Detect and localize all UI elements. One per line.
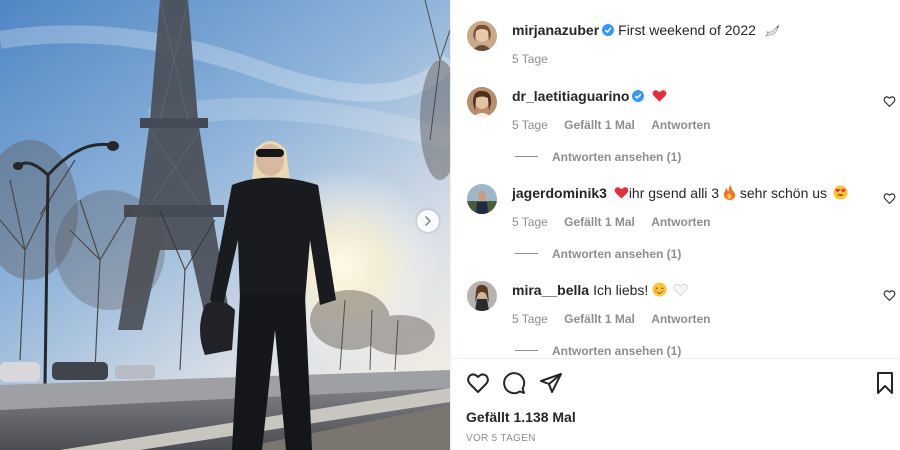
verified-icon <box>632 90 645 102</box>
comment-like-icon[interactable] <box>883 95 896 108</box>
comment-time: 5 Tage <box>512 118 548 132</box>
comment-like-icon[interactable] <box>883 289 896 302</box>
comment-username[interactable]: jagerdominik3 <box>512 185 607 201</box>
post-timestamp: VOR 5 TAGEN <box>466 433 536 444</box>
fire-icon <box>723 185 736 200</box>
comment-time: 5 Tage <box>512 312 548 326</box>
view-replies-label: Antworten ansehen (1) <box>552 344 682 358</box>
reply-button[interactable]: Antworten <box>651 118 710 132</box>
view-replies-button[interactable]: Antworten ansehen (1) <box>515 343 681 358</box>
view-replies-label: Antworten ansehen (1) <box>552 150 682 164</box>
next-photo-button[interactable] <box>417 210 439 232</box>
red-heart-icon <box>614 187 629 199</box>
like-icon[interactable] <box>466 371 490 395</box>
next-arrow-icon <box>425 216 431 226</box>
author-username[interactable]: mirjanazuber <box>512 22 599 38</box>
paris-photo <box>0 0 450 450</box>
comment-text-part: ihr gsend alli 3 <box>628 185 720 201</box>
comment-likes[interactable]: Gefällt 1 Mal <box>564 215 635 229</box>
smiling-face-icon <box>652 282 667 297</box>
comment-username[interactable]: dr_laetitiaguarino <box>512 88 629 104</box>
comment-text: Ich liebs! <box>593 282 649 298</box>
comment-avatar[interactable] <box>467 87 497 117</box>
comment-meta: 5 Tage Gefällt 1 Mal Antworten <box>512 214 724 230</box>
comment-meta: 5 Tage Gefällt 1 Mal Antworten <box>512 311 724 327</box>
share-icon[interactable] <box>539 371 563 395</box>
comment-likes[interactable]: Gefällt 1 Mal <box>564 312 635 326</box>
view-replies-button[interactable]: Antworten ansehen (1) <box>515 246 681 262</box>
comment-avatar[interactable] <box>467 184 497 214</box>
comment-line: mira__bella Ich liebs! <box>512 281 688 299</box>
white-heart-icon <box>673 283 688 297</box>
post-detail-panel: mirjanazuber First weekend of 2022 5 Tage… <box>450 0 900 450</box>
caption-text: First weekend of 2022 <box>618 22 756 38</box>
comment-meta: 5 Tage Gefällt 1 Mal Antworten <box>512 117 724 133</box>
comment-avatar[interactable] <box>467 281 497 311</box>
caption-line: mirjanazuber First weekend of 2022 <box>512 21 781 39</box>
comment-like-icon[interactable] <box>883 192 896 205</box>
post-actions: Gefällt 1.138 Mal VOR 5 TAGEN <box>451 358 900 450</box>
comment-likes[interactable]: Gefällt 1 Mal <box>564 118 635 132</box>
save-icon[interactable] <box>873 371 897 395</box>
heart-eyes-icon <box>833 185 848 200</box>
view-replies-button[interactable]: Antworten ansehen (1) <box>515 149 681 165</box>
comments-list: mirjanazuber First weekend of 2022 5 Tage… <box>451 0 900 358</box>
verified-icon <box>602 24 615 36</box>
reply-button[interactable]: Antworten <box>651 312 710 326</box>
comment-line: jagerdominik3 ihr gsend alli 3 sehr schö… <box>512 184 848 202</box>
replies-dash <box>515 253 538 254</box>
comment-icon[interactable] <box>502 371 526 395</box>
comment-line: dr_laetitiaguarino <box>512 87 667 105</box>
reply-button[interactable]: Antworten <box>651 215 710 229</box>
post-photo <box>0 0 450 450</box>
caption-time: 5 Tage <box>512 52 548 66</box>
likes-count[interactable]: Gefällt 1.138 Mal <box>466 409 576 425</box>
red-heart-icon <box>652 90 667 102</box>
view-replies-label: Antworten ansehen (1) <box>552 247 682 261</box>
caption-meta: 5 Tage <box>512 51 561 67</box>
dove-icon <box>764 24 780 37</box>
replies-dash <box>515 350 538 351</box>
author-avatar[interactable] <box>467 21 497 51</box>
comment-username[interactable]: mira__bella <box>512 282 589 298</box>
comment-text-part: sehr schön us <box>735 185 828 201</box>
comment-time: 5 Tage <box>512 215 548 229</box>
replies-dash <box>515 156 538 157</box>
